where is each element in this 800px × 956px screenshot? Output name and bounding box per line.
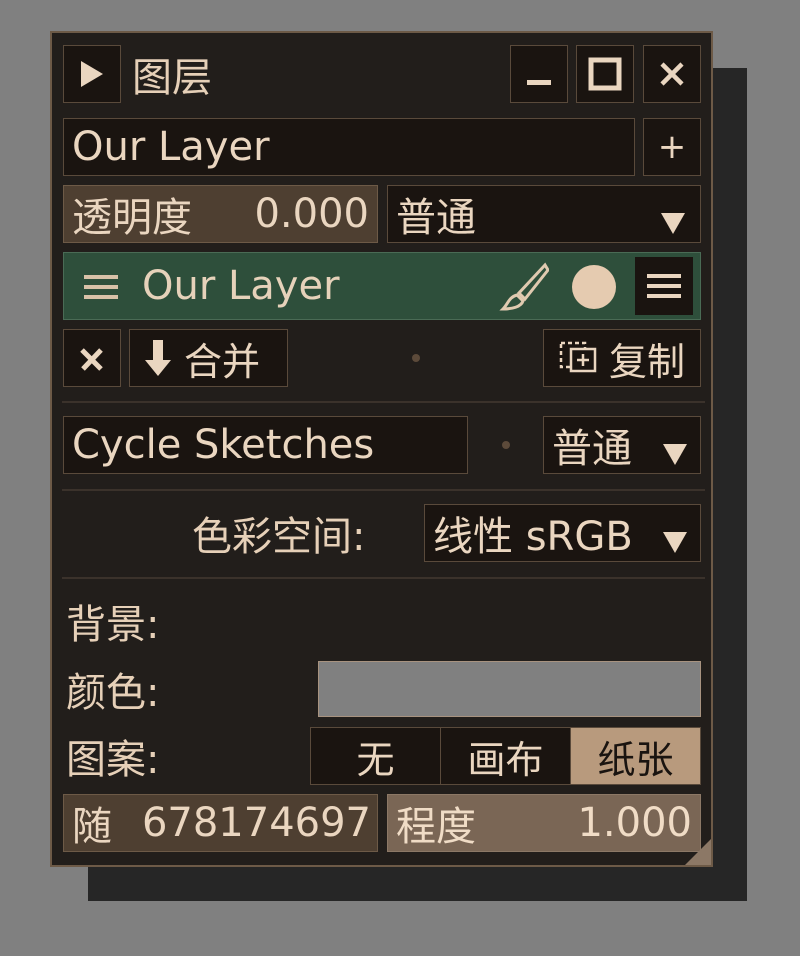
- brush-icon[interactable]: [499, 262, 550, 316]
- blend-mode-select[interactable]: 普通: [387, 185, 701, 243]
- pattern-option-paper[interactable]: 纸张: [571, 728, 700, 784]
- divider: [62, 401, 705, 403]
- layer-item-name: Our Layer: [142, 263, 340, 309]
- pattern-option-none[interactable]: 无: [311, 728, 441, 784]
- resize-grip-icon[interactable]: [685, 839, 711, 865]
- color-label: 颜色:: [66, 670, 160, 716]
- strength-value: 1.000: [577, 800, 692, 846]
- delete-layer-button[interactable]: [63, 329, 121, 387]
- colorspace-value: 线性 sRGB: [433, 514, 633, 560]
- divider: [62, 577, 705, 579]
- visibility-toggle-icon[interactable]: [572, 265, 616, 309]
- opacity-value: 0.000: [254, 191, 369, 237]
- pattern-label: 图案:: [66, 737, 160, 783]
- duplicate-icon: [559, 341, 597, 373]
- pattern-option-canvas[interactable]: 画布: [441, 728, 571, 784]
- menu-icon: [647, 274, 681, 298]
- delete-icon: [80, 348, 103, 371]
- merge-down-button[interactable]: 合并: [129, 329, 288, 387]
- pattern-segmented-control: 无 画布 纸张: [310, 727, 701, 785]
- opacity-label: 透明度: [72, 195, 192, 241]
- background-color-swatch[interactable]: [318, 661, 701, 717]
- duplicate-button[interactable]: 复制: [543, 329, 701, 387]
- close-button[interactable]: [643, 45, 701, 103]
- minimize-icon: [527, 80, 551, 85]
- close-icon: [660, 62, 684, 86]
- layer-item[interactable]: Our Layer: [63, 252, 701, 320]
- seed-field[interactable]: 随 678174697: [63, 794, 378, 852]
- maximize-icon: [588, 57, 622, 91]
- divider: [62, 489, 705, 491]
- strength-label: 程度: [396, 804, 476, 850]
- add-layer-button[interactable]: +: [643, 118, 701, 176]
- separator-dot: [412, 354, 420, 362]
- drag-handle-icon[interactable]: [84, 273, 118, 305]
- blend-mode-value: 普通: [396, 195, 476, 241]
- dropdown-arrow-icon: [662, 431, 688, 473]
- dropdown-arrow-icon: [660, 200, 686, 242]
- arrow-down-icon: [145, 340, 171, 376]
- dropdown-arrow-icon: [662, 519, 688, 561]
- collapse-button[interactable]: [63, 45, 121, 103]
- colorspace-select[interactable]: 线性 sRGB: [424, 504, 701, 562]
- seed-label: 随: [72, 804, 112, 850]
- merge-label: 合并: [184, 339, 261, 384]
- colorspace-label: 色彩空间:: [192, 514, 366, 560]
- cycle-name-input[interactable]: Cycle Sketches: [63, 416, 468, 474]
- cycle-mode-value: 普通: [552, 426, 632, 472]
- layer-name-input[interactable]: Our Layer: [63, 118, 635, 176]
- minimize-button[interactable]: [510, 45, 568, 103]
- layers-panel: 图层 Our Layer + 透明度 0.000 普通 Our Layer 合并…: [50, 31, 713, 867]
- background-label: 背景:: [66, 602, 160, 648]
- duplicate-label: 复制: [608, 339, 685, 384]
- layer-menu-button[interactable]: [635, 257, 693, 315]
- strength-slider[interactable]: 程度 1.000: [387, 794, 701, 852]
- opacity-slider[interactable]: 透明度 0.000: [63, 185, 378, 243]
- separator-dot: [502, 441, 510, 449]
- seed-value: 678174697: [141, 800, 371, 846]
- maximize-button[interactable]: [576, 45, 634, 103]
- window-title: 图层: [132, 55, 212, 101]
- play-icon: [81, 61, 103, 87]
- cycle-mode-select[interactable]: 普通: [543, 416, 701, 474]
